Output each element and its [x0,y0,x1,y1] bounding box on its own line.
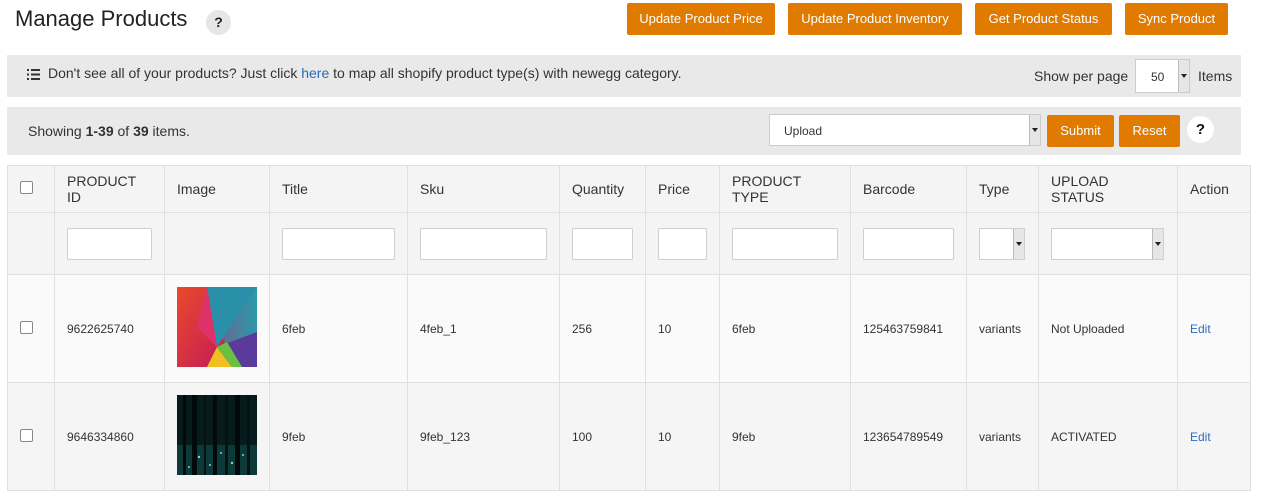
show-per-page-label: Show per page [1034,68,1129,84]
update-product-price-button[interactable]: Update Product Price [627,3,775,35]
showing-summary: Showing 1-39 of 39 items. [28,123,190,139]
cell-quantity: 256 [559,274,646,383]
header-price[interactable]: Price [645,165,720,213]
barcode-filter-input[interactable] [863,227,954,260]
showing-of: of [113,123,134,139]
header-product-type[interactable]: PRODUCT TYPE [719,165,851,213]
cell-price: 10 [645,274,720,383]
cell-upload-status: Not Uploaded [1038,274,1178,383]
notice-suffix: to map all shopify product type(s) with … [329,65,682,81]
header-type[interactable]: Type [966,165,1039,213]
cell-product-id: 9622625740 [54,274,165,383]
showing-total: 39 [133,123,149,139]
showing-range: 1-39 [85,123,114,139]
table-row: 9622625740 6feb 4feb_1 256 10 6feb 12546… [7,274,1251,383]
cell-type: variants [966,274,1039,383]
product-image [177,395,257,475]
summary-bar: Showing 1-39 of 39 items. Upload Submit … [7,107,1241,155]
sku-filter-input[interactable] [420,227,547,260]
list-icon [27,68,40,80]
bulk-action-value: Upload [784,124,823,138]
products-table: PRODUCT ID Image Title Sku Quantity Pric… [7,165,1251,491]
select-all-cell [7,165,55,213]
row-checkbox[interactable] [20,320,33,334]
title-filter-input[interactable] [282,227,395,260]
type-filter-select[interactable] [979,227,1025,260]
header-title[interactable]: Title [269,165,408,213]
cell-sku: 4feb_1 [407,274,560,383]
table-header-row: PRODUCT ID Image Title Sku Quantity Pric… [7,165,1251,213]
quantity-filter-input[interactable] [572,227,633,260]
header-image: Image [164,165,270,213]
cell-quantity: 100 [559,382,646,491]
edit-link[interactable]: Edit [1190,322,1211,336]
reset-button[interactable]: Reset [1119,115,1180,147]
cell-type: variants [966,382,1039,491]
price-filter-input[interactable] [658,227,707,260]
filter-row [7,212,1251,275]
edit-link[interactable]: Edit [1190,430,1211,444]
cell-upload-status: ACTIVATED [1038,382,1178,491]
header-action: Action [1177,165,1251,213]
header-quantity[interactable]: Quantity [559,165,646,213]
notice-text: Don't see all of your products? Just cli… [27,65,682,81]
submit-button[interactable]: Submit [1047,115,1114,147]
product-image [177,287,257,367]
header-sku[interactable]: Sku [407,165,560,213]
per-page-value: 50 [1151,70,1165,84]
cell-product-type: 9feb [719,382,851,491]
notice-bar: Don't see all of your products? Just cli… [7,55,1241,97]
showing-prefix: Showing [28,123,86,139]
map-category-link[interactable]: here [301,65,329,81]
product-id-filter-input[interactable] [67,227,152,260]
cell-product-id: 9646334860 [54,382,165,491]
notice-prefix: Don't see all of your products? Just cli… [48,65,302,81]
header-product-id[interactable]: PRODUCT ID [54,165,165,213]
chevron-down-icon [1013,228,1024,259]
product-type-filter-input[interactable] [732,227,838,260]
chevron-down-icon [1178,60,1189,92]
cell-price: 10 [645,382,720,491]
table-row: 9646334860 9feb 9feb_123 100 10 9feb 123… [7,382,1251,491]
cell-title: 9feb [269,382,408,491]
select-all-checkbox[interactable] [20,181,33,194]
help-icon[interactable]: ? [206,10,231,35]
cell-product-type: 6feb [719,274,851,383]
get-product-status-button[interactable]: Get Product Status [975,3,1112,35]
header-upload-status[interactable]: UPLOAD STATUS [1038,165,1178,213]
row-checkbox[interactable] [20,428,33,442]
upload-status-filter-select[interactable] [1051,227,1164,260]
bulk-help-icon[interactable]: ? [1187,116,1214,143]
chevron-down-icon [1029,115,1040,145]
page-title: Manage Products [15,6,188,31]
cell-barcode: 123654789549 [850,382,967,491]
per-page-select[interactable]: 50 [1135,59,1190,93]
chevron-down-icon [1152,228,1163,259]
items-label: Items [1198,68,1233,84]
cell-title: 6feb [269,274,408,383]
bulk-action-select[interactable]: Upload [769,114,1041,146]
update-product-inventory-button[interactable]: Update Product Inventory [788,3,962,35]
header-barcode[interactable]: Barcode [850,165,967,213]
cell-barcode: 125463759841 [850,274,967,383]
sync-product-button[interactable]: Sync Product [1125,3,1228,35]
showing-suffix: items. [148,123,190,139]
cell-sku: 9feb_123 [407,382,560,491]
